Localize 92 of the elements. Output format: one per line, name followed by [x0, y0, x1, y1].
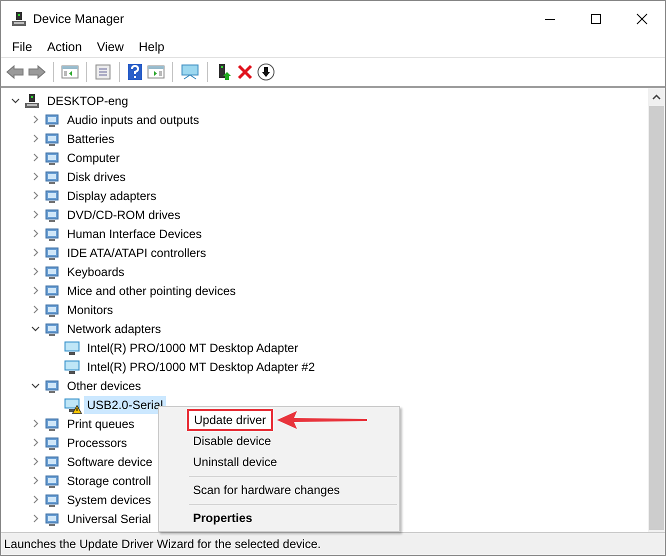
expand-chevron-icon[interactable]: [31, 191, 40, 200]
device-icon: [64, 340, 80, 356]
tree-item[interactable]: Computer: [64, 148, 123, 166]
device-icon: [44, 416, 60, 432]
download-icon[interactable]: [257, 63, 275, 81]
tree-item[interactable]: Intel(R) PRO/1000 MT Desktop Adapter #2: [84, 358, 318, 376]
expand-chevron-icon[interactable]: [31, 286, 40, 295]
tree-item[interactable]: Display adapters: [64, 186, 160, 204]
device-icon: [44, 454, 60, 470]
panel-icon[interactable]: [61, 64, 79, 80]
expand-chevron-icon[interactable]: [31, 305, 40, 314]
device-icon: [44, 188, 60, 204]
expand-chevron-icon[interactable]: [31, 115, 40, 124]
window-title: Device Manager: [33, 12, 124, 26]
computer-icon: [11, 11, 27, 27]
expand-chevron-icon[interactable]: [31, 267, 40, 276]
expand-chevron-icon[interactable]: [31, 476, 40, 485]
device-icon: [44, 510, 60, 526]
expand-chevron-icon[interactable]: [31, 248, 40, 257]
back-arrow-icon[interactable]: [6, 64, 24, 80]
device-icon: [44, 492, 60, 508]
device-icon: [64, 358, 80, 374]
expand-chevron-icon[interactable]: [31, 172, 40, 181]
expand-chevron-icon[interactable]: [31, 134, 40, 143]
tree-item[interactable]: Storage controll: [64, 472, 154, 490]
scrollbar[interactable]: [648, 88, 665, 532]
collapse-chevron-icon[interactable]: [11, 96, 20, 105]
menu-option[interactable]: Scan for hardware changes: [159, 480, 399, 501]
collapse-chevron-icon[interactable]: [31, 324, 40, 333]
tree-item[interactable]: Audio inputs and outputs: [64, 110, 202, 128]
device-icon: [44, 378, 60, 394]
forward-arrow-icon[interactable]: [28, 64, 46, 80]
device-icon: [44, 434, 60, 450]
collapse-chevron-icon[interactable]: [31, 381, 40, 390]
device-icon: [64, 396, 80, 412]
expand-chevron-icon[interactable]: [31, 495, 40, 504]
device-icon: [44, 264, 60, 280]
device-icon: [44, 112, 60, 128]
properties-icon[interactable]: [94, 64, 112, 80]
tree-item[interactable]: Disk drives: [64, 168, 129, 186]
tree-item[interactable]: DVD/CD-ROM drives: [64, 206, 184, 224]
tree-item[interactable]: Intel(R) PRO/1000 MT Desktop Adapter: [84, 338, 302, 356]
tree-item[interactable]: Processors: [64, 434, 130, 452]
scroll-up-icon[interactable]: [652, 94, 661, 100]
expand-chevron-icon[interactable]: [31, 457, 40, 466]
menu-item[interactable]: Action: [40, 40, 90, 54]
menu-option[interactable]: Properties: [159, 508, 399, 529]
tree-item[interactable]: Universal Serial: [64, 510, 154, 528]
scroll-thumb[interactable]: [649, 106, 664, 530]
tree-item[interactable]: IDE ATA/ATAPI controllers: [64, 244, 210, 262]
expand-chevron-icon[interactable]: [31, 514, 40, 523]
help-icon[interactable]: [127, 63, 143, 81]
device-icon: [44, 130, 60, 146]
tree-item[interactable]: Monitors: [64, 300, 116, 318]
expand-chevron-icon[interactable]: [31, 419, 40, 428]
tree-item[interactable]: Batteries: [64, 130, 118, 148]
expand-chevron-icon[interactable]: [31, 229, 40, 238]
tree-item[interactable]: Network adapters: [64, 320, 164, 338]
device-icon: [44, 472, 60, 488]
menu-option[interactable]: Update driver: [187, 409, 273, 431]
device-icon: [44, 320, 60, 336]
device-icon: [44, 206, 60, 222]
tree-item[interactable]: Mice and other pointing devices: [64, 282, 239, 300]
menu-option[interactable]: Uninstall device: [159, 452, 399, 473]
status-text: Launches the Update Driver Wizard for the selected device.: [1, 533, 665, 555]
delete-icon[interactable]: [237, 64, 253, 80]
device-icon: [44, 244, 60, 260]
tree-item[interactable]: System devices: [64, 490, 154, 508]
tree-item[interactable]: Other devices: [64, 376, 144, 394]
menu-item[interactable]: View: [90, 40, 132, 54]
expand-chevron-icon[interactable]: [31, 153, 40, 162]
device-icon: [44, 302, 60, 318]
panel-icon[interactable]: [147, 64, 165, 80]
maximize-icon: [590, 13, 602, 25]
device-icon: [44, 150, 60, 166]
expand-chevron-icon[interactable]: [31, 210, 40, 219]
menu-option[interactable]: Disable device: [159, 431, 399, 452]
device-icon: [24, 92, 40, 108]
tree-item[interactable]: USB2.0-Serial: [84, 396, 166, 414]
tree-item[interactable]: Software device: [64, 452, 156, 470]
menu-item[interactable]: Help: [132, 40, 172, 54]
tree-item[interactable]: Print queues: [64, 414, 138, 432]
tree-item[interactable]: Human Interface Devices: [64, 224, 205, 242]
device-icon: [44, 168, 60, 184]
tree-item[interactable]: DESKTOP-eng: [44, 92, 132, 110]
device-icon: [44, 282, 60, 298]
close-icon: [636, 13, 648, 25]
monitor-scan-icon[interactable]: [180, 64, 200, 80]
device-icon: [44, 226, 60, 242]
tree-item[interactable]: Keyboards: [64, 262, 128, 280]
expand-chevron-icon[interactable]: [31, 438, 40, 447]
menu-item[interactable]: File: [5, 40, 40, 54]
